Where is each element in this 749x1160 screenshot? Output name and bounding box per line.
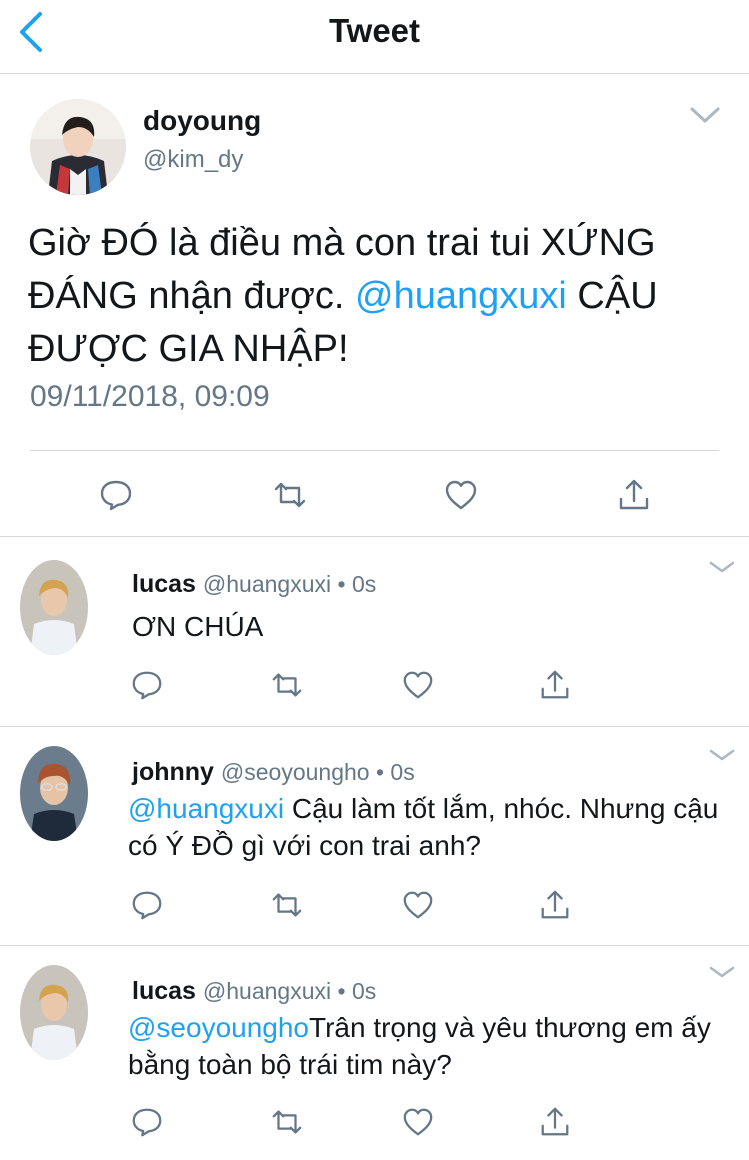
reply-text-body: ƠN CHÚA [132, 611, 264, 642]
reply-author-handle[interactable]: @seoyoungho [221, 759, 370, 785]
reply-tweet[interactable]: johnny @seoyoungho • 0s @huangxuxi Cậu l… [0, 728, 749, 946]
share-icon[interactable] [538, 1105, 574, 1141]
avatar[interactable] [20, 965, 88, 1060]
tweet-timestamp: 09/11/2018, 09:09 [30, 380, 270, 413]
nav-bar: Tweet [0, 0, 749, 74]
like-icon[interactable] [401, 668, 437, 704]
like-icon[interactable] [441, 475, 481, 515]
reply-author-name[interactable]: johnny [132, 758, 214, 786]
reply-author-name[interactable]: lucas [132, 977, 196, 1005]
reply-author-name[interactable]: lucas [132, 570, 196, 598]
reply-text: @huangxuxi Cậu làm tốt lắm, nhóc. Nhưng … [128, 790, 720, 864]
share-icon[interactable] [538, 668, 574, 704]
reply-header: lucas @huangxuxi • 0s [132, 570, 376, 599]
retweet-icon[interactable] [270, 475, 310, 515]
avatar[interactable] [20, 560, 88, 655]
retweet-icon[interactable] [270, 1105, 306, 1141]
mention-link[interactable]: @huangxuxi [355, 275, 567, 317]
chevron-down-icon[interactable] [709, 965, 735, 979]
dot-separator: • [369, 759, 391, 785]
dot-separator: • [331, 978, 352, 1004]
like-icon[interactable] [401, 888, 437, 924]
dot-separator: • [331, 571, 352, 597]
reply-text: ƠN CHÚA [132, 608, 732, 645]
reply-icon[interactable] [130, 1105, 166, 1141]
reply-header: lucas @huangxuxi • 0s [132, 977, 376, 1006]
reply-author-handle[interactable]: @huangxuxi [203, 978, 331, 1004]
reply-tweet[interactable]: lucas @huangxuxi • 0s ƠN CHÚA [0, 538, 749, 727]
retweet-icon[interactable] [270, 668, 306, 704]
chevron-down-icon[interactable] [709, 560, 735, 574]
author-name[interactable]: doyoung [143, 105, 261, 137]
reply-header: johnny @seoyoungho • 0s [132, 758, 415, 787]
share-icon[interactable] [538, 888, 574, 924]
page-title: Tweet [328, 12, 421, 49]
reply-tweet[interactable]: lucas @huangxuxi • 0s @seoyounghoTrân tr… [0, 947, 749, 1160]
reply-icon[interactable] [130, 888, 166, 924]
author-handle[interactable]: @kim_dy [143, 146, 243, 174]
reply-icon[interactable] [130, 668, 166, 704]
reply-time: 0s [390, 759, 415, 785]
divider [30, 450, 719, 451]
reply-icon[interactable] [96, 475, 136, 515]
chevron-down-icon[interactable] [689, 105, 721, 125]
reply-text: @seoyounghoTrân trọng và yêu thương em ấ… [128, 1009, 720, 1083]
reply-author-handle[interactable]: @huangxuxi [203, 571, 331, 597]
retweet-icon[interactable] [270, 888, 306, 924]
reply-time: 0s [351, 571, 377, 597]
avatar[interactable] [30, 99, 126, 195]
like-icon[interactable] [401, 1105, 437, 1141]
mention-link[interactable]: @seoyoungho [128, 1012, 309, 1043]
main-tweet: doyoung @kim_dy Giờ ĐÓ là điều mà con tr… [0, 75, 749, 537]
share-icon[interactable] [614, 475, 654, 515]
chevron-down-icon[interactable] [709, 748, 735, 762]
avatar[interactable] [20, 746, 88, 841]
reply-time: 0s [351, 978, 377, 1004]
tweet-text: Giờ ĐÓ là điều mà con trai tui XỨNG ĐÁNG… [28, 217, 728, 376]
mention-link[interactable]: @huangxuxi [128, 793, 284, 824]
